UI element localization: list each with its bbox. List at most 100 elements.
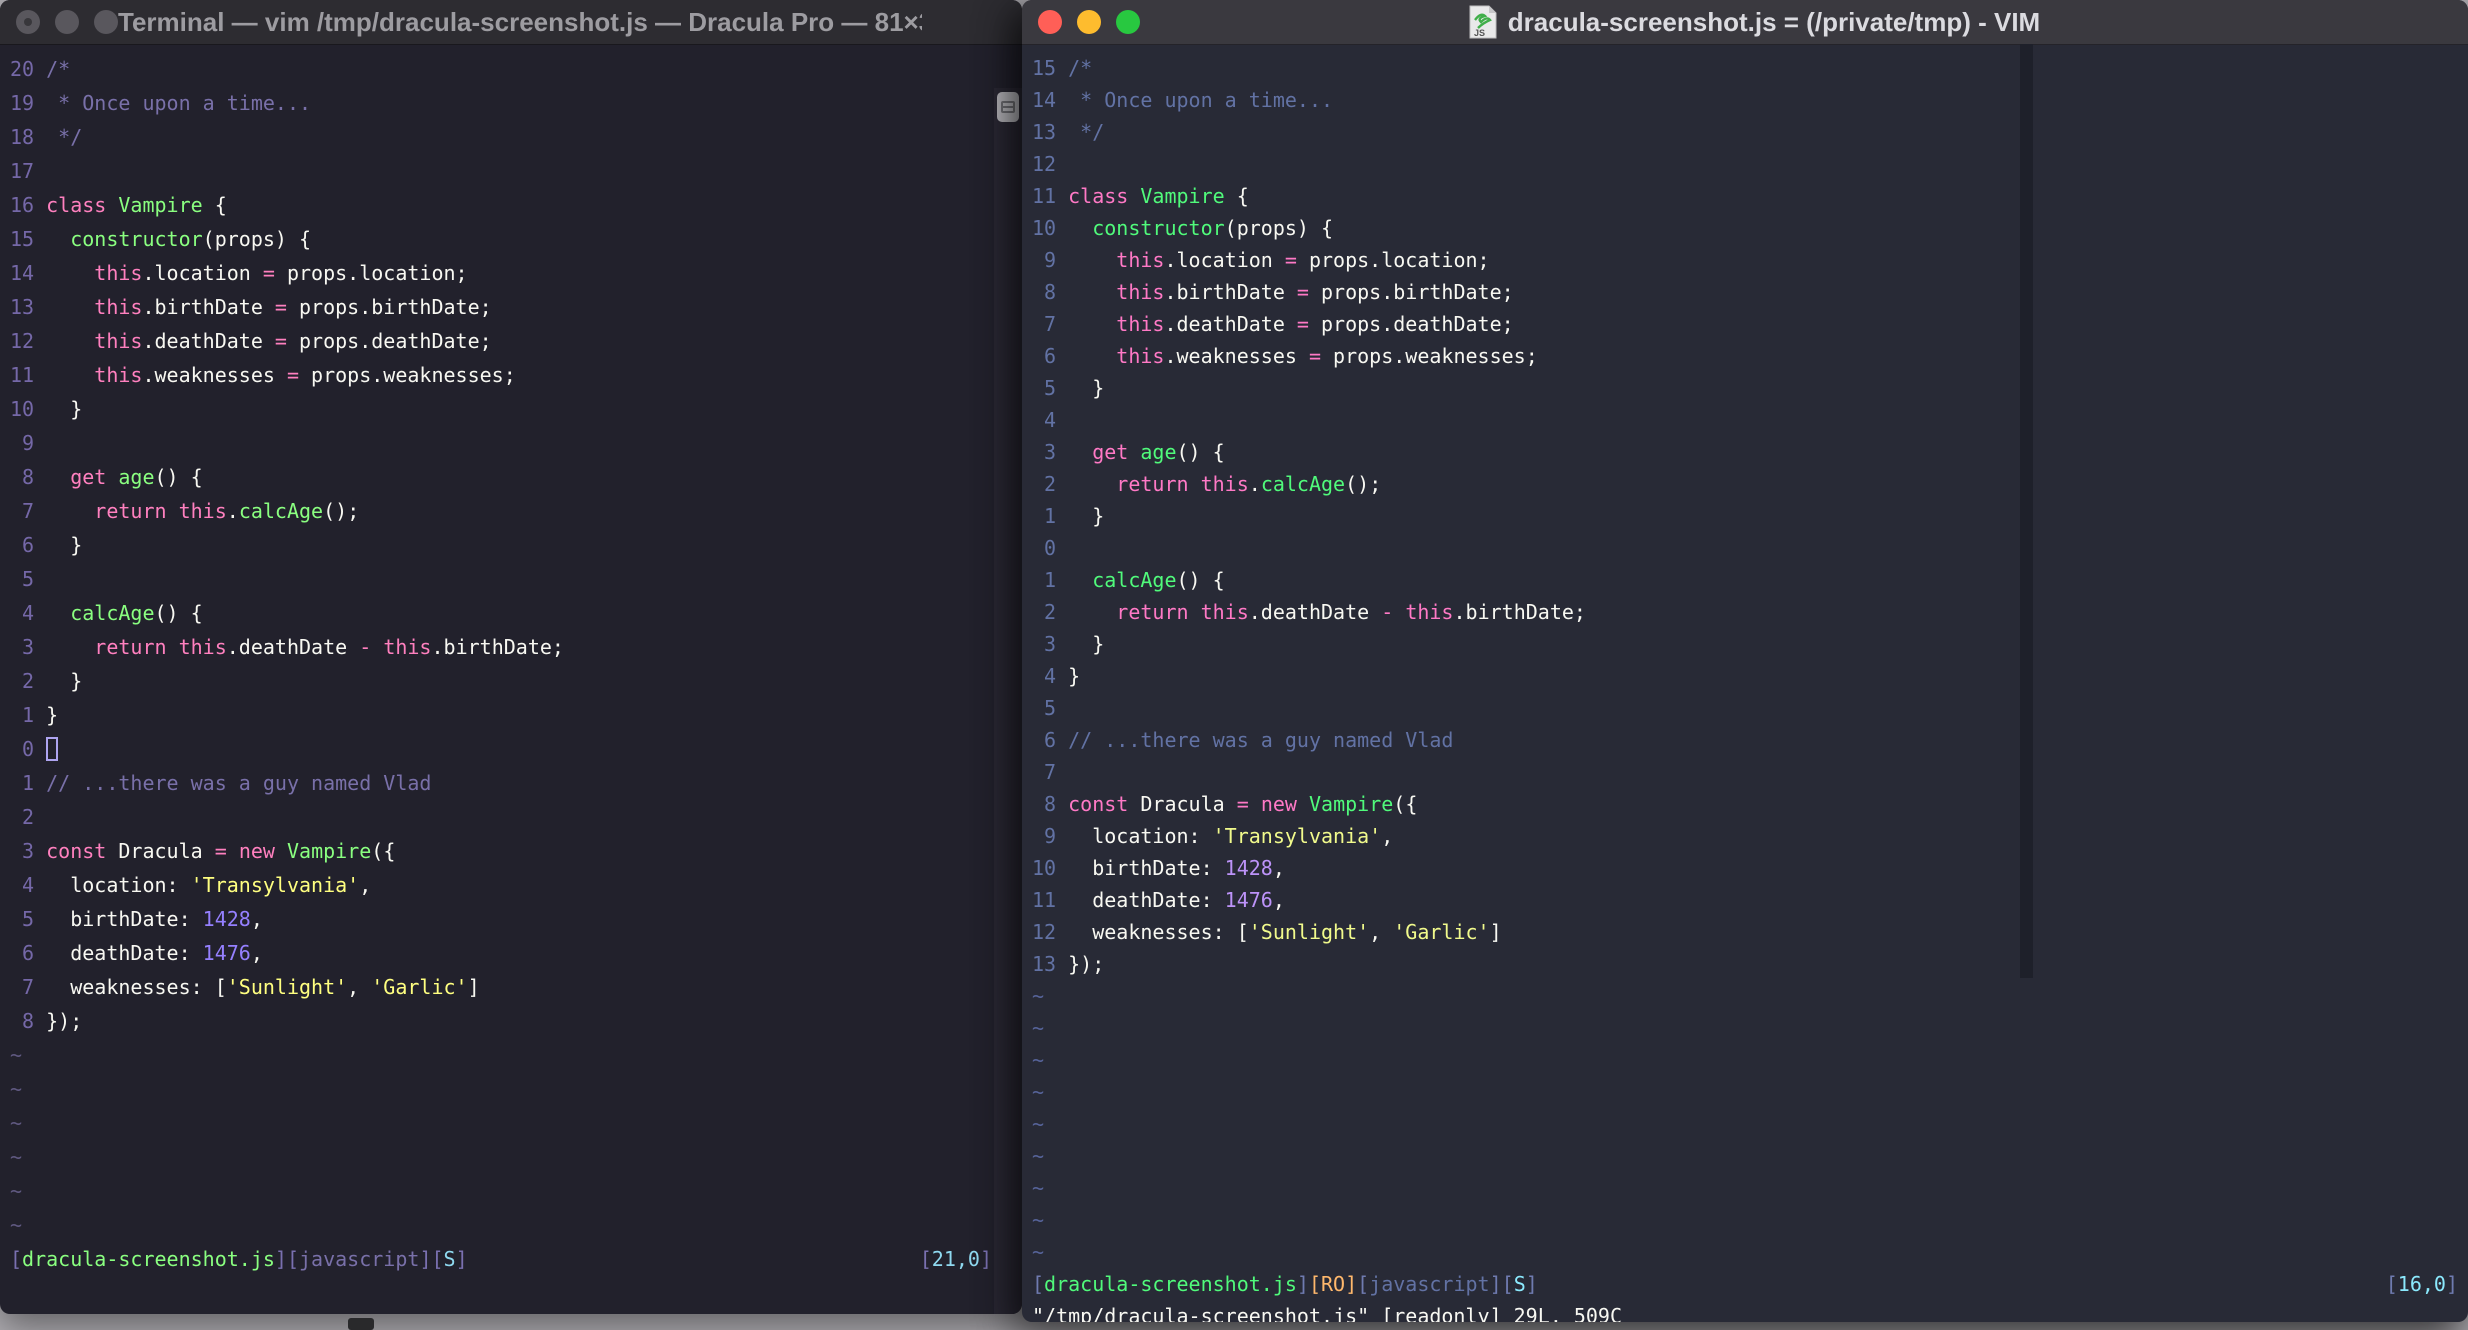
zoom-button[interactable] <box>1116 10 1140 34</box>
line-number: 7 <box>10 499 47 523</box>
code-token: Dracula <box>1128 792 1237 816</box>
split-pane-icon <box>1001 101 1015 113</box>
code-line[interactable]: 15 constructor (props) { <box>10 222 994 256</box>
code-line[interactable]: 7 return this. calcAge (); <box>10 494 994 528</box>
code-line[interactable]: 15 /* <box>1032 52 2468 84</box>
line-number: 2 <box>10 669 47 693</box>
code-line[interactable]: 8 }); <box>10 1004 994 1038</box>
code-line[interactable]: 4 location: 'Transylvania', <box>10 868 994 902</box>
code-line[interactable]: 20 /* <box>10 52 994 86</box>
code-line[interactable]: 5 birthDate: 1428, <box>10 902 994 936</box>
macvim-titlebar[interactable]: JS dracula-screenshot.js = (/private/tmp… <box>1022 0 2468 45</box>
code-line[interactable]: 3 } <box>1032 628 2468 660</box>
code-line[interactable]: 12 weaknesses: ['Sunlight', 'Garlic'] <box>1032 916 2468 948</box>
tilde-line: ~ <box>1032 1112 1045 1136</box>
close-button[interactable] <box>16 10 40 34</box>
status-segment: ][ <box>274 1247 300 1271</box>
code-line[interactable]: 0 <box>1032 532 2468 564</box>
line-number: 2 <box>10 805 47 829</box>
terminal-content[interactable]: 20 /* 19 * Once upon a time... 18 */17 16 … <box>0 44 1022 1314</box>
code-line[interactable]: 7 weaknesses: ['Sunlight', 'Garlic'] <box>10 970 994 1004</box>
code-line[interactable]: 12 this .deathDate = props.deathDate; <box>10 324 994 358</box>
code-line[interactable]: 1 // ...there was a guy named Vlad <box>10 766 994 800</box>
code-line[interactable]: 7 this .deathDate = props.deathDate; <box>1032 308 2468 340</box>
code-line[interactable]: 1 } <box>10 698 994 732</box>
minimize-button[interactable] <box>55 10 79 34</box>
code-line[interactable]: 12 <box>1032 148 2468 180</box>
code-line[interactable]: 4 <box>1032 404 2468 436</box>
code-line[interactable]: 3 get age() { <box>1032 436 2468 468</box>
code-line[interactable]: 4 calcAge() { <box>10 596 994 630</box>
code-token: Vampire <box>1140 184 1225 208</box>
tilde-line: ~ <box>1032 1208 1045 1232</box>
vim-cursor <box>46 737 59 761</box>
code-token: .birthDate; <box>1453 600 1586 624</box>
code-line[interactable]: 13 this .birthDate = props.birthDate; <box>10 290 994 324</box>
code-line[interactable]: 5 <box>1032 692 2468 724</box>
line-number: 9 <box>1032 824 1069 848</box>
code-line[interactable]: 10 constructor (props) { <box>1032 212 2468 244</box>
ruler-segment: 16,0 <box>2397 1272 2446 1296</box>
code-line[interactable]: 19 * Once upon a time... <box>10 86 994 120</box>
code-line[interactable]: 0 <box>10 732 994 766</box>
minimize-button[interactable] <box>1077 10 1101 34</box>
code-line[interactable]: 2 } <box>10 664 994 698</box>
code-token: get <box>1092 440 1129 464</box>
code-token: props.deathDate; <box>1308 312 1514 336</box>
code-line[interactable]: 7 <box>1032 756 2468 788</box>
code-line[interactable]: 2 return this. calcAge (); <box>1032 468 2468 500</box>
code-line[interactable]: 8 const Dracula = new Vampire({ <box>1032 788 2468 820</box>
code-token: .location <box>142 261 263 285</box>
code-line[interactable]: 8 get age() { <box>10 460 994 494</box>
code-line[interactable]: 2 return this .deathDate - this .birthDate… <box>1032 596 2468 628</box>
code-line[interactable]: 18 */ <box>10 120 994 154</box>
tilde-line: ~ <box>10 1179 23 1203</box>
code-line[interactable]: 11 this .weaknesses = props.weaknesses; <box>10 358 994 392</box>
code-line[interactable]: 6 } <box>10 528 994 562</box>
code-line[interactable]: 8 this .birthDate = props.birthDate; <box>1032 276 2468 308</box>
code-token: , <box>250 907 263 931</box>
code-line[interactable]: 11 class Vampire { <box>1032 180 2468 212</box>
macvim-content[interactable]: 15 /* 14 * Once upon a time... 13 */12 11 … <box>1022 44 2468 1322</box>
code-line[interactable]: 5 } <box>1032 372 2468 404</box>
code-token: props.deathDate; <box>286 329 492 353</box>
code-line[interactable]: 14 * Once upon a time... <box>1032 84 2468 116</box>
code-line[interactable]: 10 } <box>10 392 994 426</box>
status-segment: javascript <box>1369 1272 1490 1296</box>
code-token: new <box>1260 792 1297 816</box>
code-line[interactable]: 3 return this .deathDate - this .birthDate… <box>10 630 994 664</box>
code-line[interactable]: 10 birthDate: 1428, <box>1032 852 2468 884</box>
code-line[interactable]: 1 calcAge() { <box>1032 564 2468 596</box>
line-number: 6 <box>1032 344 1069 368</box>
close-button[interactable] <box>1038 10 1062 34</box>
code-line[interactable]: 9 this .location = props.location; <box>1032 244 2468 276</box>
status-segment: [ <box>1032 1272 1045 1296</box>
terminal-scrollbar[interactable] <box>994 88 1022 1314</box>
code-line[interactable]: 13 */ <box>1032 116 2468 148</box>
code-token: this <box>1116 280 1165 304</box>
zoom-button[interactable] <box>94 10 118 34</box>
code-token: = <box>1296 312 1309 336</box>
vim-buffer-left: 20 /* 19 * Once upon a time... 18 */17 16 … <box>0 52 994 1310</box>
code-line[interactable]: 14 this .location = props.location; <box>10 256 994 290</box>
code-token: .deathDate <box>226 635 360 659</box>
code-line[interactable]: 2 <box>10 800 994 834</box>
code-line[interactable]: 11 deathDate: 1476, <box>1032 884 2468 916</box>
code-line[interactable]: 9 <box>10 426 994 460</box>
code-line[interactable]: 4 } <box>1032 660 2468 692</box>
code-line[interactable]: 16 class Vampire { <box>10 188 994 222</box>
line-number: 12 <box>1032 920 1069 944</box>
terminal-titlebar[interactable]: Terminal — vim /tmp/dracula-screenshot.j… <box>0 0 1022 45</box>
code-line[interactable]: 3 const Dracula = new Vampire({ <box>10 834 994 868</box>
code-line[interactable]: 6 deathDate: 1476, <box>10 936 994 970</box>
code-line[interactable]: 5 <box>10 562 994 596</box>
split-pane-button[interactable] <box>997 92 1019 122</box>
code-line[interactable]: 6 this .weaknesses = props.weaknesses; <box>1032 340 2468 372</box>
code-token: this <box>1116 312 1165 336</box>
code-line[interactable]: 9 location: 'Transylvania', <box>1032 820 2468 852</box>
code-line[interactable]: 17 <box>10 154 994 188</box>
code-line[interactable]: 6 // ...there was a guy named Vlad <box>1032 724 2468 756</box>
code-line[interactable]: 1 } <box>1032 500 2468 532</box>
code-line[interactable]: 13 }); <box>1032 948 2468 980</box>
